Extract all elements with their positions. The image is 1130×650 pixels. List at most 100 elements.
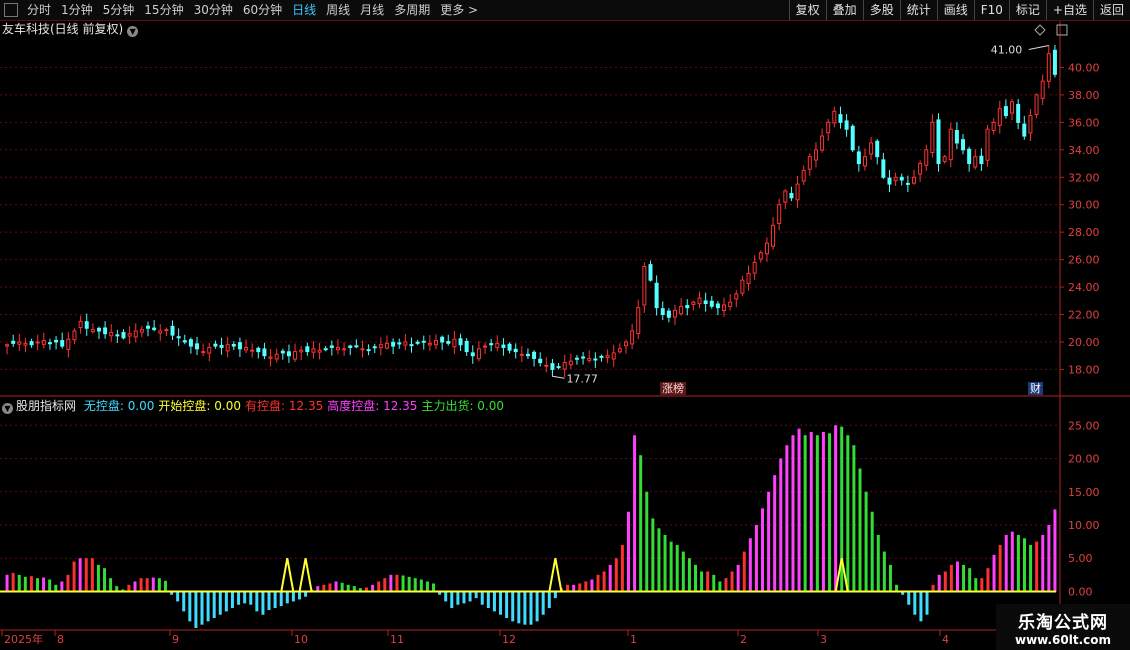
indicator-tick-label: 20.00: [1068, 453, 1100, 466]
candle-body: [372, 346, 377, 349]
candle-body: [489, 343, 494, 346]
candle-body: [23, 342, 28, 346]
candle-body: [703, 300, 708, 305]
toolbar-button-6[interactable]: 标记: [1008, 0, 1046, 20]
candle-body: [133, 330, 138, 338]
price-tick-label: 36.00: [1068, 116, 1100, 129]
candle-body: [985, 128, 990, 161]
period-tab-4[interactable]: 30分钟: [189, 0, 238, 20]
candle-body: [593, 358, 598, 361]
period-tab-2[interactable]: 5分钟: [98, 0, 140, 20]
candle-body: [893, 176, 898, 182]
toolbar-button-0[interactable]: 复权: [788, 0, 826, 20]
price-tick-label: 22.00: [1068, 309, 1100, 322]
period-tab-5[interactable]: 60分钟: [238, 0, 287, 20]
candle-body: [752, 261, 757, 274]
candle-body: [844, 120, 849, 130]
candle-body: [1016, 103, 1021, 123]
candle-body: [244, 346, 249, 351]
chart-canvas[interactable]: 40.0038.0036.0034.0032.0030.0028.0026.00…: [0, 0, 1130, 650]
candle-body: [72, 330, 77, 341]
candle-body: [29, 341, 34, 346]
candle-body: [213, 343, 218, 347]
indicator-tick-label: 0.00: [1068, 585, 1093, 598]
candle-body: [850, 125, 855, 151]
candle-body: [464, 340, 469, 353]
period-tab-6[interactable]: 日线: [287, 0, 321, 20]
indicator-legend-item-3: 高度控盘: 12.35: [327, 399, 418, 413]
period-tab-8[interactable]: 月线: [355, 0, 389, 20]
candle-body: [856, 151, 861, 165]
candle-body: [90, 329, 95, 333]
toolbar-button-5[interactable]: F10: [973, 0, 1009, 20]
candle-body: [783, 190, 788, 203]
indicator-legend-item-1: 开始控盘: 0.00: [158, 399, 241, 413]
candle-body: [109, 331, 114, 337]
candle-body: [237, 342, 242, 350]
candle-body: [1010, 101, 1015, 114]
candle-body: [973, 156, 978, 168]
candle-body: [170, 325, 175, 336]
candle-body: [905, 182, 910, 185]
period-tab-9[interactable]: 多周期: [389, 0, 435, 20]
candle-body: [734, 293, 739, 300]
price-tick-label: 24.00: [1068, 281, 1100, 294]
toolbar-button-3[interactable]: 统计: [899, 0, 937, 20]
price-tick-label: 30.00: [1068, 199, 1100, 212]
candle-body: [771, 224, 776, 247]
period-tab-10[interactable]: 更多 >: [435, 0, 483, 20]
candle-body: [207, 346, 212, 354]
candle-body: [961, 139, 966, 151]
indicator-name: 股朋指标网: [16, 399, 77, 413]
candle-body: [581, 356, 586, 359]
x-axis-label: 9: [172, 633, 179, 646]
candle-body: [636, 307, 641, 335]
indicator-tick-label: 25.00: [1068, 419, 1100, 432]
candle-body: [826, 121, 831, 134]
candle-body: [936, 119, 941, 165]
candle-body: [1034, 94, 1039, 116]
chevron-down-icon[interactable]: ▼: [2, 403, 13, 414]
candle-body: [948, 128, 953, 161]
period-tab-7[interactable]: 周线: [321, 0, 355, 20]
candle-body: [722, 304, 727, 311]
period-tab-0[interactable]: 分时: [22, 0, 56, 20]
candle-body: [544, 364, 549, 367]
menu-icon[interactable]: [4, 3, 18, 17]
candle-body: [47, 342, 52, 345]
indicator-tick-label: 10.00: [1068, 519, 1100, 532]
finance-tag[interactable]: 财: [1028, 382, 1043, 395]
candle-body: [997, 108, 1002, 126]
candle-body: [746, 272, 751, 285]
toolbar-button-1[interactable]: 叠加: [825, 0, 863, 20]
toolbar-button-7[interactable]: +自选: [1045, 0, 1093, 20]
candle-body: [1052, 49, 1057, 75]
watermark: 乐淘公式网 www.60lt.com: [996, 604, 1130, 650]
candle-body: [164, 329, 169, 332]
candle-body: [942, 156, 947, 162]
candle-body: [924, 149, 929, 166]
candle-body: [415, 341, 420, 344]
candle-body: [991, 121, 996, 131]
indicator-tick-label: 15.00: [1068, 486, 1100, 499]
chevron-down-icon[interactable]: ▼: [127, 26, 139, 37]
candle-body: [1040, 80, 1045, 99]
window-toggle-icon: [1056, 24, 1068, 36]
period-tab-1[interactable]: 1分钟: [56, 0, 98, 20]
indicator-legend-item-2: 有控盘: 12.35: [245, 399, 324, 413]
toolbar-button-4[interactable]: 画线: [936, 0, 974, 20]
indicator-legend-item-4: 主力出货: 0.00: [421, 399, 505, 413]
candle-body: [911, 176, 916, 184]
candle-body: [231, 343, 236, 347]
candle-body: [391, 341, 396, 347]
zhangbang-tag[interactable]: 涨榜: [660, 382, 686, 395]
candle-body: [317, 349, 322, 353]
candle-body: [685, 305, 690, 309]
candle-body: [954, 130, 959, 144]
candle-body: [470, 352, 475, 357]
period-tab-3[interactable]: 15分钟: [139, 0, 188, 20]
toolbar-button-2[interactable]: 多股: [862, 0, 900, 20]
toolbar-button-8[interactable]: 返回: [1092, 0, 1130, 20]
indicator-tick-label: 5.00: [1068, 552, 1093, 565]
candle-body: [286, 351, 291, 357]
